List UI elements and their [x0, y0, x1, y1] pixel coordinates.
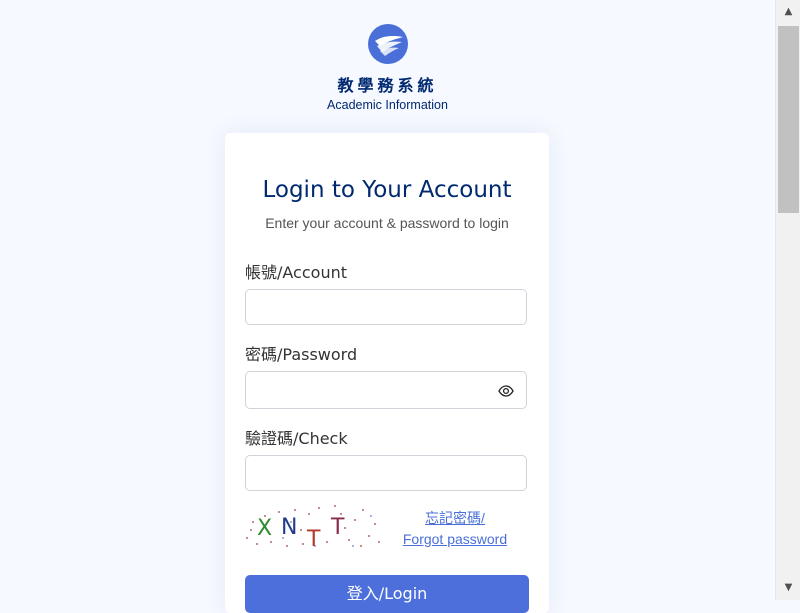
password-input[interactable]	[245, 371, 527, 409]
forgot-password-link[interactable]: 忘記密碼/ Forgot password	[393, 508, 517, 550]
vertical-scrollbar[interactable]: ▲ ▼	[775, 0, 800, 600]
eye-icon[interactable]	[498, 383, 514, 399]
scroll-down-arrow-icon[interactable]: ▼	[776, 578, 800, 598]
account-input[interactable]	[245, 289, 527, 325]
wing-logo-icon	[367, 24, 408, 64]
password-label: 密碼/Password	[245, 345, 358, 364]
site-header: 教學務系統 Academic Information	[0, 24, 775, 112]
account-label: 帳號/Account	[245, 263, 347, 282]
captcha-char-4: T	[330, 515, 345, 540]
brand-title-zh: 教學務系統	[337, 76, 438, 95]
login-button[interactable]: 登入/Login	[245, 575, 529, 613]
check-label: 驗證碼/Check	[245, 429, 348, 448]
login-card: Login to Your Account Enter your account…	[225, 133, 549, 613]
captcha-char-2: N	[281, 515, 297, 540]
captcha-char-3: T	[306, 527, 321, 550]
login-page: 教學務系統 Academic Information Login to Your…	[0, 0, 775, 613]
captcha-char-1: X	[257, 516, 272, 541]
scrollbar-thumb[interactable]	[778, 26, 799, 213]
scroll-up-arrow-icon[interactable]: ▲	[776, 2, 800, 22]
brand-subtitle-en: Academic Information	[327, 98, 448, 112]
login-subtitle: Enter your account & password to login	[265, 215, 509, 231]
login-title: Login to Your Account	[262, 177, 512, 203]
forgot-password-en[interactable]: Forgot password	[393, 529, 517, 550]
forgot-password-zh[interactable]: 忘記密碼/	[393, 508, 517, 529]
captcha-image: X N T T	[246, 505, 380, 550]
check-input[interactable]	[245, 455, 527, 491]
